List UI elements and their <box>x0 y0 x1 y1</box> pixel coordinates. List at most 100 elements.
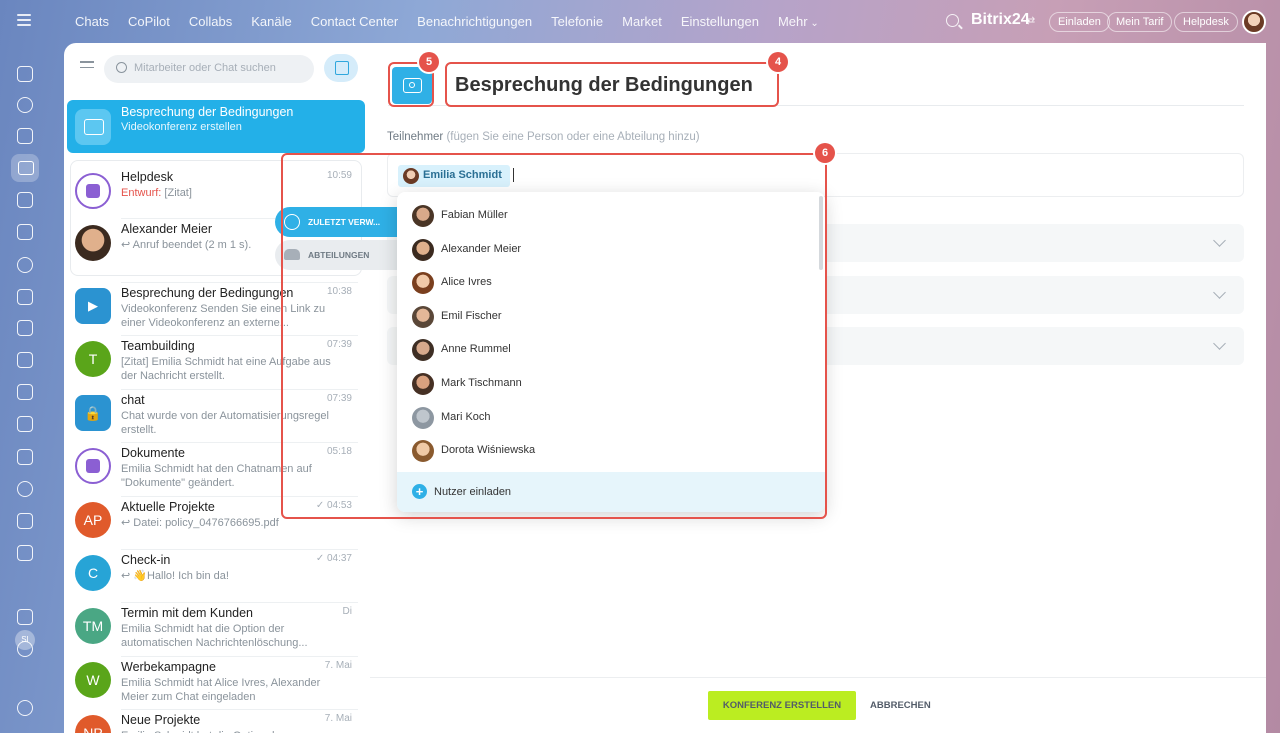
nav-copilot[interactable]: CoPilot <box>128 14 170 29</box>
document-chat-icon <box>75 448 111 484</box>
chat-name: Aktuelle Projekte <box>121 500 215 514</box>
cart-icon[interactable] <box>17 449 33 465</box>
chat-name: chat <box>121 393 145 407</box>
copilot-icon[interactable] <box>17 97 33 113</box>
participants-label-text: Teilnehmer <box>387 131 444 143</box>
avatar: NP <box>75 715 111 733</box>
search-placeholder: Mitarbeiter oder Chat suchen <box>134 62 276 74</box>
user-avatar[interactable] <box>1242 10 1266 34</box>
left-rail: SI <box>0 56 50 733</box>
switch-icon[interactable]: ⇄ <box>1026 14 1035 27</box>
avatar: AP <box>75 502 111 538</box>
chat-last-message: ↩ 👋Hallo! Ich bin da! <box>121 569 331 583</box>
chat-message-text: ↩ 👋Hallo! Ich bin da! <box>121 570 229 582</box>
nav-benachrichtigungen[interactable]: Benachrichtigungen <box>417 14 532 29</box>
search-icon[interactable] <box>946 14 959 27</box>
chat-last-message: Emilia Schmidt hat die Option der <box>121 729 331 733</box>
top-nav: Chats CoPilot Collabs Kanäle Contact Cen… <box>75 14 838 29</box>
chat-name: Teambuilding <box>121 339 195 353</box>
sales-icon[interactable] <box>17 352 33 368</box>
feed-icon[interactable] <box>17 128 33 144</box>
annotation-badge-6: 6 <box>815 143 835 163</box>
active-chat-item[interactable]: Besprechung der Bedingungen Videokonfere… <box>67 100 365 153</box>
analytics-icon[interactable] <box>17 384 33 400</box>
camera-icon <box>409 82 415 88</box>
nav-einstellungen[interactable]: Einstellungen <box>681 14 759 29</box>
annotation-badge-5: 5 <box>419 52 439 72</box>
chat-name: Helpdesk <box>121 170 174 184</box>
chat-list-item[interactable]: W Werbekampagne Emilia Schmidt hat Alice I… <box>64 656 370 710</box>
chevron-down-icon <box>1213 337 1226 350</box>
chat-search-input[interactable]: Mitarbeiter oder Chat suchen <box>104 55 314 83</box>
chat-last-message: Emilia Schmidt hat Alice Ivres, Alexande… <box>121 676 331 704</box>
avatar: C <box>75 555 111 591</box>
participants-label: Teilnehmer (fügen Sie eine Person oder e… <box>387 131 700 143</box>
avatar: TM <box>75 608 111 644</box>
crm-icon[interactable] <box>17 320 33 336</box>
divider <box>121 549 358 550</box>
nav-chats[interactable]: Chats <box>75 14 109 29</box>
calendar-icon[interactable] <box>17 192 33 208</box>
chat-icon[interactable] <box>11 154 39 182</box>
cancel-button[interactable]: ABBRECHEN <box>870 691 931 720</box>
nav-collabs[interactable]: Collabs <box>189 14 232 29</box>
chat-list-item[interactable]: NP Neue Projekte Emilia Schmidt hat die Op… <box>64 709 370 733</box>
hamburger-menu-icon[interactable] <box>17 14 31 26</box>
invite-button[interactable]: Einladen <box>1049 12 1110 32</box>
chat-name: Werbekampagne <box>121 660 216 674</box>
chat-time: 7. Mai <box>324 660 352 671</box>
chat-time: ✓ 04:37 <box>315 553 352 564</box>
brand-logo[interactable]: Bitrix24 <box>971 11 1030 29</box>
filter-icon[interactable] <box>80 61 94 73</box>
chat-name: Alexander Meier <box>121 222 213 236</box>
target-icon[interactable] <box>17 481 33 497</box>
helpdesk-button[interactable]: Helpdesk <box>1174 12 1238 32</box>
bot-icon[interactable] <box>17 416 33 432</box>
chat-list-item[interactable]: TM Termin mit dem Kunden Emilia Schmidt ha… <box>64 602 370 656</box>
lock-icon: 🔒 <box>75 395 111 431</box>
active-chat-title: Besprechung der Bedingungen <box>121 105 294 119</box>
groups-icon[interactable] <box>17 257 33 273</box>
create-conference-button[interactable]: KONFERENZ ERSTELLEN <box>708 691 856 720</box>
annotation-frame-6 <box>281 153 827 519</box>
chat-message-text: ↩ Datei: policy_0476766695.pdf <box>121 517 279 529</box>
annotation-badge-4: 4 <box>768 52 788 72</box>
avatar: T <box>75 341 111 377</box>
tariff-button[interactable]: Mein Tarif <box>1107 12 1173 32</box>
divider <box>121 656 358 657</box>
settings-icon[interactable] <box>17 700 33 716</box>
nav-telefonie[interactable]: Telefonie <box>551 14 603 29</box>
document-chat-icon <box>75 173 111 209</box>
chat-last-message: Emilia Schmidt hat die Option der automa… <box>121 622 331 650</box>
chat-time: 7. Mai <box>324 713 352 724</box>
chat-message-text: ↩ Anruf beendet (2 m 1 s). <box>121 239 252 251</box>
chat-name: Dokumente <box>121 446 185 460</box>
right-edge <box>1266 43 1280 733</box>
nav-mehr[interactable]: Mehr <box>778 14 819 29</box>
calendar-check-icon[interactable] <box>17 609 33 625</box>
footer-bar: KONFERENZ ERSTELLEN ABBRECHEN <box>370 677 1266 733</box>
chat-list-item[interactable]: C Check-in ↩ 👋Hallo! Ich bin da! ✓ 04:37 <box>64 549 370 603</box>
home-icon[interactable] <box>17 66 33 82</box>
search-icon <box>116 62 127 73</box>
sign-icon[interactable] <box>17 513 33 529</box>
annotation-frame-4 <box>445 62 779 107</box>
new-chat-button[interactable] <box>324 54 358 82</box>
camera-icon <box>75 109 111 145</box>
help-icon[interactable] <box>17 641 33 657</box>
chat-name: Neue Projekte <box>121 713 201 727</box>
tasks-icon[interactable] <box>17 224 33 240</box>
video-icon: ▶ <box>75 288 111 324</box>
chevron-down-icon <box>1213 234 1226 247</box>
contacts-icon[interactable] <box>17 545 33 561</box>
chat-message-text: [Zitat] <box>161 187 192 199</box>
avatar: W <box>75 662 111 698</box>
nav-contact-center[interactable]: Contact Center <box>311 14 398 29</box>
chat-name: Besprechung der Bedingungen <box>121 286 294 300</box>
nav-kanaele[interactable]: Kanäle <box>251 14 291 29</box>
top-bar: Chats CoPilot Collabs Kanäle Contact Cen… <box>0 0 1280 44</box>
nav-market[interactable]: Market <box>622 14 662 29</box>
divider <box>121 602 358 603</box>
docs-icon[interactable] <box>17 289 33 305</box>
draft-label: Entwurf: <box>121 187 162 199</box>
